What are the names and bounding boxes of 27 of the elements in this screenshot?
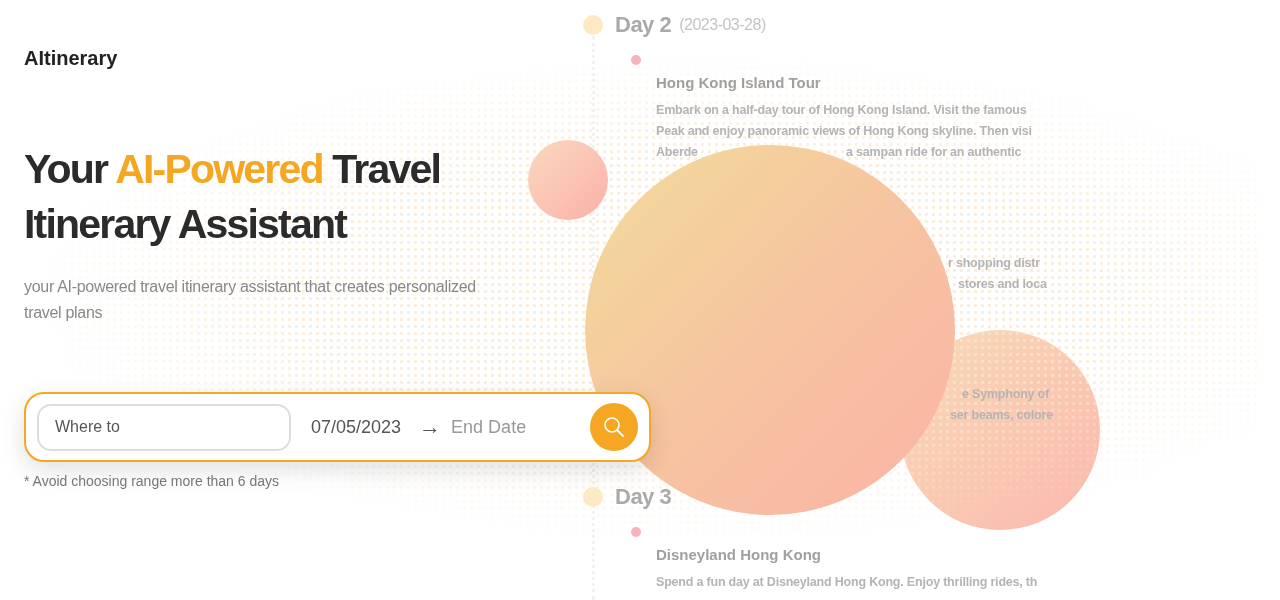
destination-field[interactable]: Where to xyxy=(37,403,291,451)
activity-description: ser beams, colore xyxy=(950,407,1053,424)
activity-description: Embark on a half-day tour of Hong Kong Island. Visit the famous xyxy=(656,102,1027,119)
hero-subtitle: your AI-powered travel itinerary assistant that creates personalized travel plans xyxy=(24,277,477,323)
activity-dot xyxy=(631,527,641,537)
activity-dot xyxy=(631,55,641,65)
timeline-dot xyxy=(583,15,603,35)
activity-description: Peak and enjoy panoramic views of Hong Kong skyline. Then visi xyxy=(656,123,1032,140)
activity-title: Disneyland Hong Kong xyxy=(656,545,821,563)
activity-description: a sampan ride for an authentic xyxy=(846,144,1022,161)
arrow-glyph: → xyxy=(419,414,442,440)
brand-logo: AItinerary xyxy=(24,46,118,70)
timeline-dot xyxy=(583,487,603,507)
hero-heading: Your AI-Powered Travel Itinerary Assistant xyxy=(24,145,442,249)
activity-description: e Symphony of xyxy=(962,386,1049,403)
day-title: Day 2 xyxy=(615,12,672,38)
day-title: Day 3 xyxy=(615,484,672,510)
day-date: (2023-03-28) xyxy=(679,16,766,34)
search-icon xyxy=(603,416,625,438)
search-button[interactable] xyxy=(590,403,638,451)
activity-title: Hong Kong Island Tour xyxy=(656,73,821,91)
activity-description: stores and loca xyxy=(958,276,1047,293)
activity-description: Aberde xyxy=(656,144,698,161)
start-date[interactable]: 07/05/2023 xyxy=(311,416,402,438)
activity-description: r shopping distr xyxy=(948,255,1040,272)
range-note: * Avoid choosing range more than 6 days xyxy=(24,473,281,489)
activity-description: Spend a fun day at Disneyland Hong Kong. Enjoy thrilling rides, th xyxy=(656,574,1038,591)
